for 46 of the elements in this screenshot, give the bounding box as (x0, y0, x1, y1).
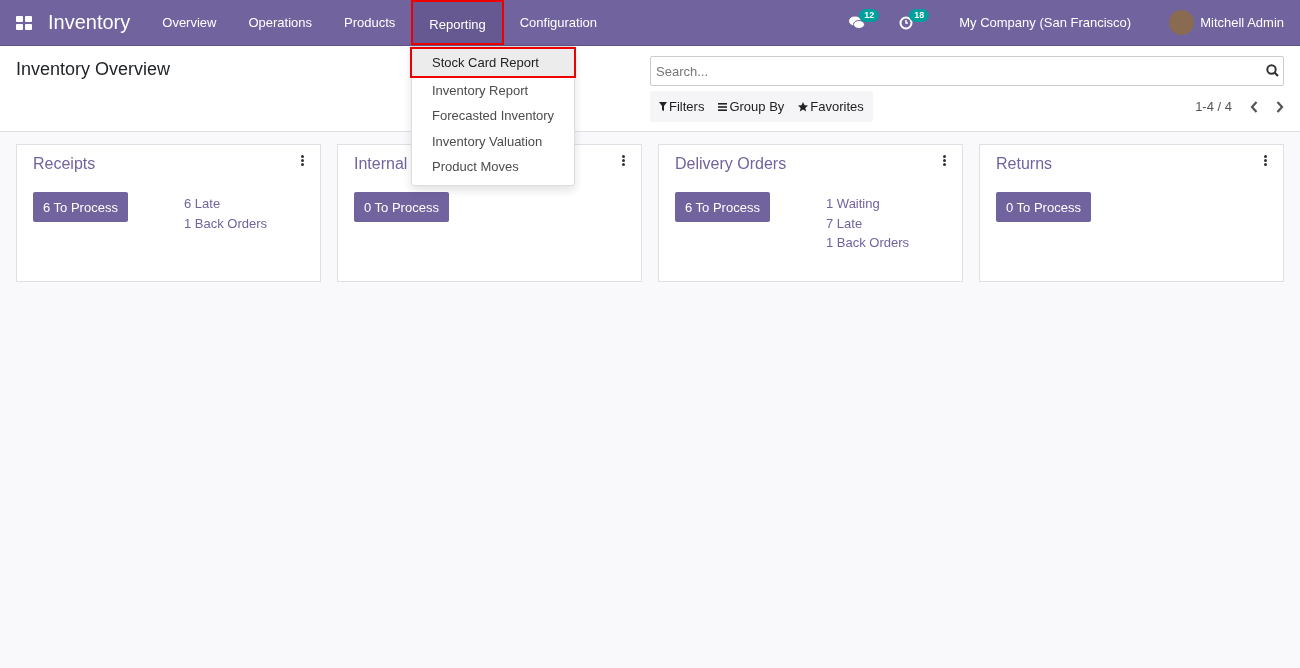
search-option-button[interactable]: Filters (654, 94, 710, 119)
activity-count-badge: 18 (909, 8, 930, 22)
page-title: Inventory Overview (16, 59, 171, 80)
more-options-icon[interactable] (943, 155, 946, 166)
more-options-icon[interactable] (301, 155, 304, 166)
next-icon[interactable] (1276, 100, 1284, 113)
search-field[interactable]: Search... (650, 56, 1284, 86)
more-options-icon[interactable] (1264, 155, 1267, 166)
nav-menu-item[interactable]: Overview (146, 0, 233, 45)
funnel-icon (659, 102, 667, 111)
to-process-button[interactable]: 6 To Process (675, 192, 770, 222)
nav-menu-item[interactable]: Operations (232, 0, 329, 45)
card-title[interactable]: Receipts (33, 155, 96, 173)
dropdown-item[interactable]: Stock Card Report (410, 47, 577, 78)
message-count-badge: 12 (859, 8, 880, 22)
dropdown-item[interactable]: Forecasted Inventory (412, 103, 575, 129)
pager-value: 1-4 / 4 (1195, 99, 1232, 114)
app-name[interactable]: Inventory (48, 11, 131, 34)
list-icon (718, 102, 728, 111)
search-icon[interactable] (1266, 64, 1279, 77)
nav-menu-item[interactable]: Reporting (411, 0, 504, 45)
card-title[interactable]: Internal (354, 155, 408, 173)
dropdown-item[interactable]: Inventory Report (412, 77, 575, 103)
status-link[interactable]: 1 Back Orders (826, 233, 946, 253)
search-option-button[interactable]: Favorites (793, 94, 869, 119)
status-link[interactable]: 7 Late (826, 213, 946, 233)
user-menu[interactable]: Mitchell Admin (1200, 15, 1284, 30)
dropdown-item[interactable]: Inventory Valuation (412, 128, 575, 154)
previous-icon[interactable] (1250, 100, 1258, 113)
nav-menu-item[interactable]: Configuration (503, 0, 614, 45)
clock-icon[interactable] (899, 15, 914, 30)
to-process-button[interactable]: 6 To Process (33, 192, 128, 222)
company-switcher[interactable]: My Company (San Francisco) (939, 15, 1152, 30)
star-icon (798, 101, 809, 112)
status-link[interactable]: 1 Back Orders (184, 213, 304, 233)
card-title[interactable]: Delivery Orders (675, 155, 787, 173)
status-link[interactable]: 6 Late (184, 194, 304, 214)
search-option-button[interactable]: Group By (713, 94, 790, 119)
status-link[interactable]: 1 Waiting (826, 194, 946, 214)
nav-menu-item[interactable]: Products (328, 0, 412, 45)
dropdown-item[interactable]: Product Moves (412, 154, 575, 180)
apps-menu-icon[interactable] (16, 15, 32, 30)
to-process-button[interactable]: 0 To Process (996, 192, 1091, 222)
more-options-icon[interactable] (622, 155, 625, 166)
card-title[interactable]: Returns (996, 155, 1053, 173)
to-process-button[interactable]: 0 To Process (354, 192, 449, 222)
